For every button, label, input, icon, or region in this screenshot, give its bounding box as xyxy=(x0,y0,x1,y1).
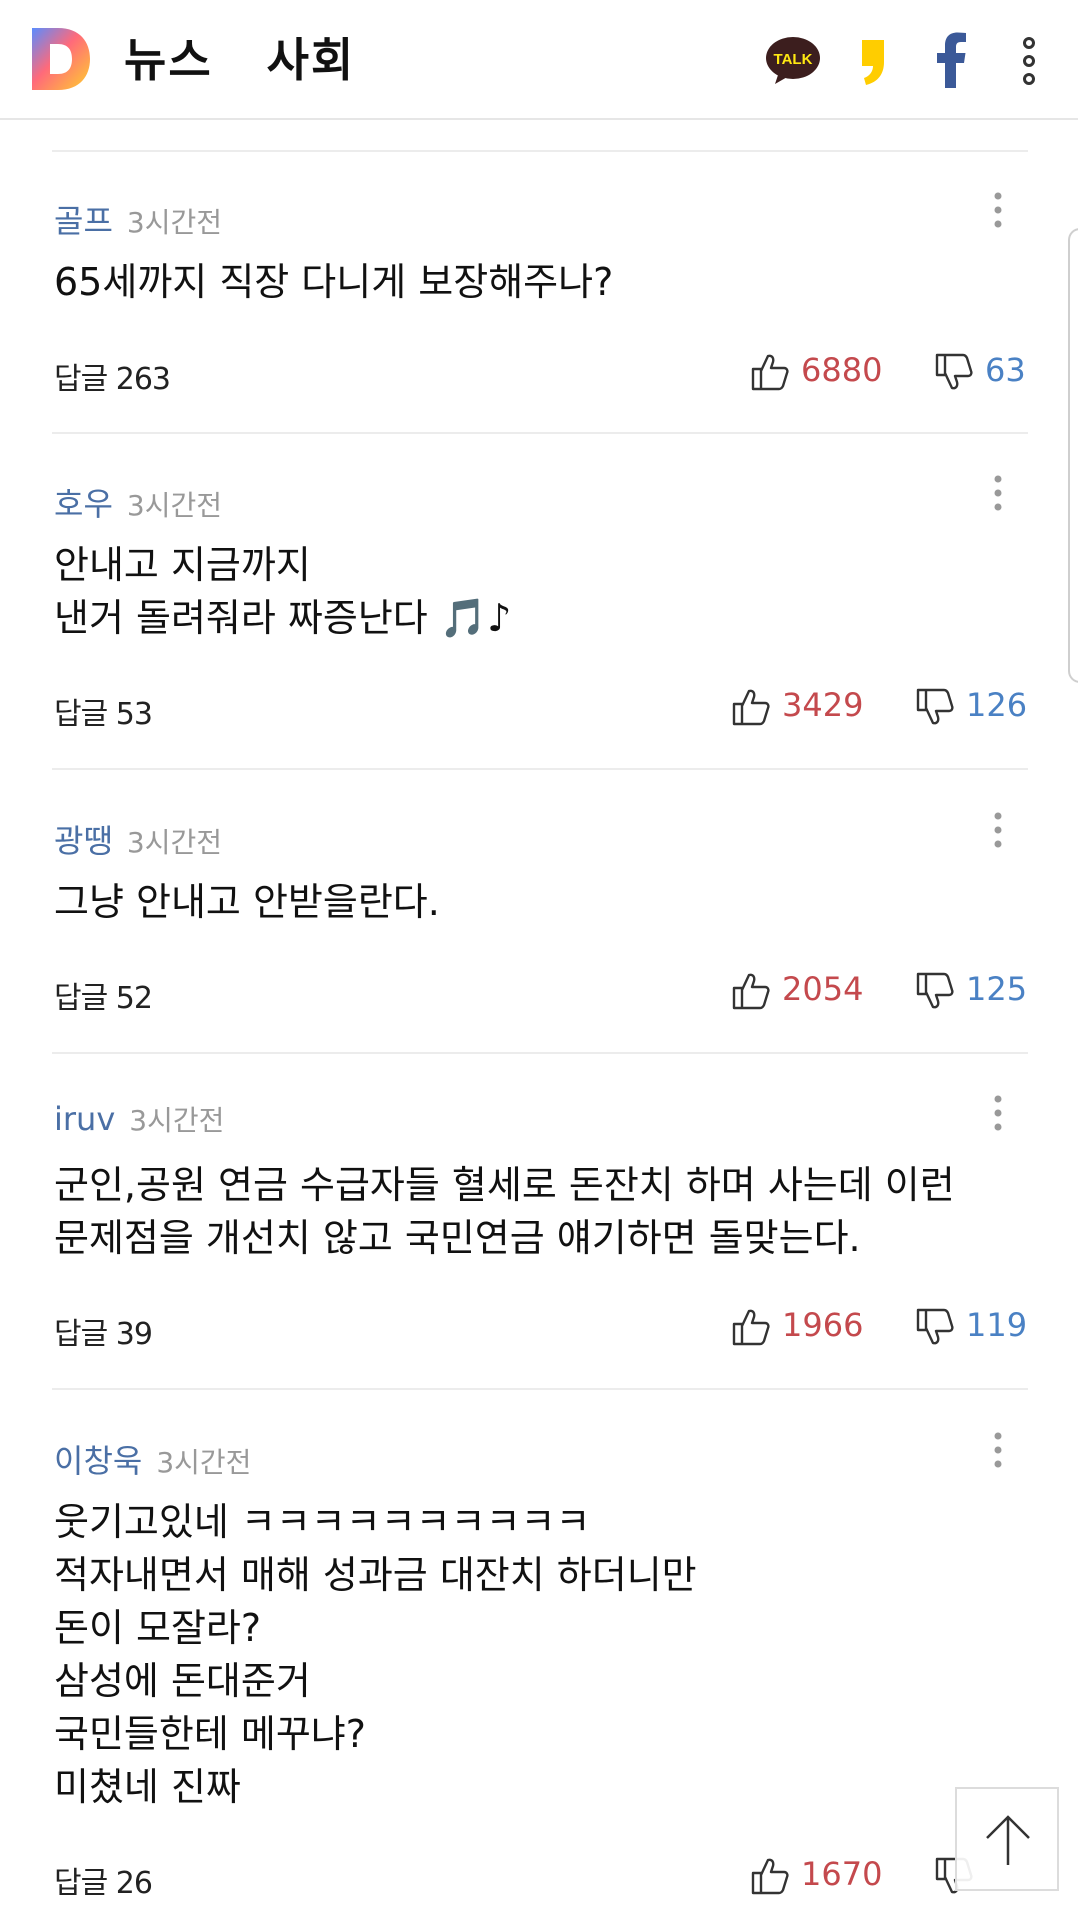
daum-logo-icon[interactable] xyxy=(30,26,92,92)
dislike-count[interactable]: 125 xyxy=(966,970,1027,1008)
dislike-count[interactable]: 63 xyxy=(985,351,1026,389)
kakaostory-icon[interactable] xyxy=(858,38,888,86)
thumbs-down-icon[interactable] xyxy=(915,971,955,1011)
comment-header: 이창욱 3시간전 xyxy=(54,1436,251,1482)
kakaotalk-icon[interactable]: TALK xyxy=(765,36,821,86)
more-options-icon[interactable] xyxy=(1017,36,1041,86)
comment-header: 광땡 3시간전 xyxy=(54,816,222,862)
comment-author[interactable]: 광땡 xyxy=(54,822,113,860)
thumbs-down-icon[interactable] xyxy=(915,1307,955,1347)
comment-menu-icon[interactable] xyxy=(990,473,1006,517)
dislike-count[interactable]: 119 xyxy=(966,1306,1027,1344)
comment-header: iruv 3시간전 xyxy=(54,1099,224,1139)
comment-time: 3시간전 xyxy=(129,1104,225,1137)
comment-body: 65세까지 직장 다니게 보장해주나? xyxy=(54,260,614,304)
comment-body: 군인,공원 연금 수급자들 혈세로 돈잔치 하며 사는데 이런 문제점을 개선치… xyxy=(54,1163,955,1260)
like-count[interactable]: 3429 xyxy=(782,686,863,724)
comment-item: 이창욱 3시간전 웃기고있네 ㅋㅋㅋㅋㅋㅋㅋㅋㅋㅋ 적자내면서 매해 성과금 대잔… xyxy=(52,1432,1028,1906)
comment-time: 3시간전 xyxy=(126,206,222,239)
comment-author[interactable]: iruv xyxy=(54,1100,115,1138)
comment-menu-icon[interactable] xyxy=(990,810,1006,854)
comment-author[interactable]: 호우 xyxy=(54,485,113,523)
divider xyxy=(52,1388,1028,1390)
comment-time: 3시간전 xyxy=(126,489,222,522)
reply-count-button[interactable]: 답글 263 xyxy=(54,354,171,398)
divider xyxy=(52,150,1028,152)
comment-author[interactable]: 골프 xyxy=(54,202,113,240)
thumbs-up-icon[interactable] xyxy=(750,1856,790,1896)
comment-author[interactable]: 이창욱 xyxy=(54,1442,142,1480)
comment-item: 골프 3시간전 65세까지 직장 다니게 보장해주나? 답글 263 6880 6… xyxy=(52,192,1028,434)
comment-menu-icon[interactable] xyxy=(990,1093,1006,1137)
arrow-up-icon xyxy=(986,1815,1030,1865)
reply-count-button[interactable]: 답글 26 xyxy=(54,1858,153,1902)
reply-count-button[interactable]: 답글 39 xyxy=(54,1309,153,1353)
comment-body: 그냥 안내고 안받을란다. xyxy=(54,880,440,924)
reply-count-button[interactable]: 답글 52 xyxy=(54,973,153,1017)
facebook-icon[interactable] xyxy=(934,32,968,88)
like-count[interactable]: 6880 xyxy=(801,351,882,389)
comment-time: 3시간전 xyxy=(156,1446,252,1479)
comment-body: 안내고 지금까지 낸거 돌려줘라 짜증난다 🎵♪ xyxy=(54,543,512,640)
divider xyxy=(52,1052,1028,1054)
comment-menu-icon[interactable] xyxy=(990,190,1006,234)
reply-count-button[interactable]: 답글 53 xyxy=(54,689,153,733)
thumbs-up-icon[interactable] xyxy=(731,971,771,1011)
like-count[interactable]: 1966 xyxy=(782,1306,863,1344)
thumbs-up-icon[interactable] xyxy=(750,352,790,392)
comment-menu-icon[interactable] xyxy=(990,1430,1006,1474)
comment-body: 웃기고있네 ㅋㅋㅋㅋㅋㅋㅋㅋㅋㅋ 적자내면서 매해 성과금 대잔치 하더니만 돈… xyxy=(54,1500,697,1809)
scroll-to-top-button[interactable] xyxy=(955,1787,1059,1891)
comment-item: iruv 3시간전 군인,공원 연금 수급자들 혈세로 돈잔치 하며 사는데 이런… xyxy=(52,1095,1028,1390)
like-count[interactable]: 2054 xyxy=(782,970,863,1008)
thumbs-down-icon[interactable] xyxy=(934,352,974,392)
comment-item: 광땡 3시간전 그냥 안내고 안받을란다. 답글 52 2054 125 xyxy=(52,812,1028,1054)
comment-header: 골프 3시간전 xyxy=(54,196,222,242)
thumbs-up-icon[interactable] xyxy=(731,687,771,727)
dislike-count[interactable]: 126 xyxy=(966,686,1027,724)
comment-time: 3시간전 xyxy=(126,826,222,859)
app-header: 뉴스 사회 TALK xyxy=(0,0,1078,120)
thumbs-down-icon[interactable] xyxy=(915,687,955,727)
page-title: 뉴스 사회 xyxy=(124,33,356,87)
divider xyxy=(52,768,1028,770)
like-count[interactable]: 1670 xyxy=(801,1855,882,1893)
scrollbar[interactable] xyxy=(1068,228,1078,683)
divider xyxy=(52,432,1028,434)
comment-item: 호우 3시간전 안내고 지금까지 낸거 돌려줘라 짜증난다 🎵♪ 답글 53 34… xyxy=(52,475,1028,770)
comment-header: 호우 3시간전 xyxy=(54,479,222,525)
talk-label: TALK xyxy=(774,51,813,68)
thumbs-up-icon[interactable] xyxy=(731,1307,771,1347)
